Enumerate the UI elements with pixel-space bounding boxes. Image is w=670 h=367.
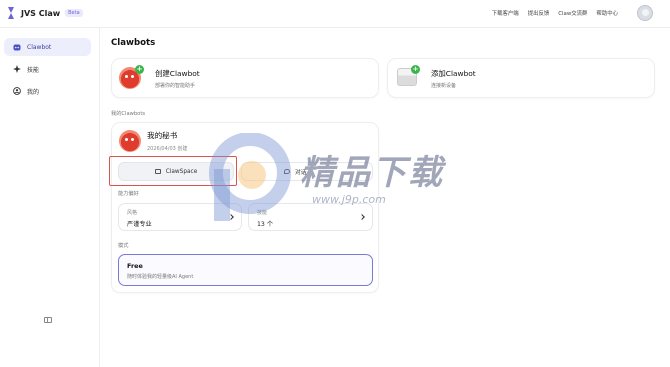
bot-name: 我的秘书 (147, 131, 178, 140)
sidebar-item-clawbot[interactable]: Clawbot (4, 38, 91, 56)
mode-label: 模式 (118, 243, 129, 249)
user-circle-icon (13, 87, 21, 95)
chat-label: 对话 (295, 170, 307, 176)
feedback-link[interactable]: 提出反馈 (528, 9, 550, 17)
bot-avatar (119, 130, 141, 152)
add-card-title: 添加Clawbot (431, 69, 476, 78)
highlight-box (109, 156, 237, 186)
plus-icon: + (135, 65, 144, 74)
chevron-right-icon (359, 214, 365, 220)
logo[interactable]: JVS Claw Beta (6, 6, 83, 20)
mode-desc: 随时体验我的轻量级AI Agent (127, 274, 194, 280)
style-pref-button[interactable]: 风格 严谨专业 (118, 203, 242, 231)
pref-value: 13 个 (257, 221, 274, 228)
sidebar-item-skills[interactable]: 技能 (4, 60, 91, 78)
sidebar-item-mine[interactable]: 我的 (4, 82, 91, 100)
mode-title: Free (127, 262, 143, 270)
chat-icon (284, 169, 290, 174)
create-clawbot-card[interactable] (111, 58, 379, 98)
mode-card[interactable]: Free 随时体验我的轻量级AI Agent (118, 254, 373, 286)
sidebar-item-label: 技能 (27, 66, 40, 74)
chat-button[interactable]: 对话 (241, 162, 373, 181)
claw-logo-icon (8, 7, 14, 19)
collapse-sidebar-icon[interactable] (44, 317, 52, 323)
create-card-subtitle: 部署你的智能助手 (155, 83, 196, 89)
user-avatar[interactable] (637, 5, 653, 21)
section-label: 我的Clawbots (111, 111, 146, 117)
download-client-link[interactable]: 下载客户端 (492, 9, 519, 17)
beta-badge: Beta (65, 9, 83, 17)
pref-label: 风格 (127, 210, 138, 216)
prefs-label: 能力偏好 (118, 191, 139, 197)
sidebar-item-label: 我的 (27, 88, 40, 96)
chevron-right-icon (228, 214, 234, 220)
sidebar-item-label: Clawbot (27, 43, 52, 51)
discord-icon (13, 43, 21, 51)
top-nav: 下载客户端 提出反馈 Claw交流群 帮助中心 (492, 9, 618, 17)
help-center-link[interactable]: 帮助中心 (596, 9, 618, 17)
pref-value: 严谨专业 (127, 221, 152, 228)
sidebar: Clawbot 技能 我的 (0, 28, 100, 367)
app-title: JVS Claw (21, 8, 61, 18)
page-title: Clawbots (111, 38, 156, 48)
plus-icon: + (411, 65, 420, 74)
add-card-subtitle: 连接新设备 (431, 83, 457, 89)
add-clawbot-card[interactable] (387, 58, 655, 98)
bot-created-date: 2026/04/03 创建 (147, 146, 188, 152)
pref-label: 技能 (257, 210, 268, 216)
top-bar: JVS Claw Beta 下载客户端 提出反馈 Claw交流群 帮助中心 (0, 0, 670, 28)
community-group-link[interactable]: Claw交流群 (558, 9, 587, 17)
sparkle-icon (13, 65, 21, 73)
skills-pref-button[interactable]: 技能 13 个 (248, 203, 373, 231)
create-card-title: 创建Clawbot (155, 69, 200, 78)
